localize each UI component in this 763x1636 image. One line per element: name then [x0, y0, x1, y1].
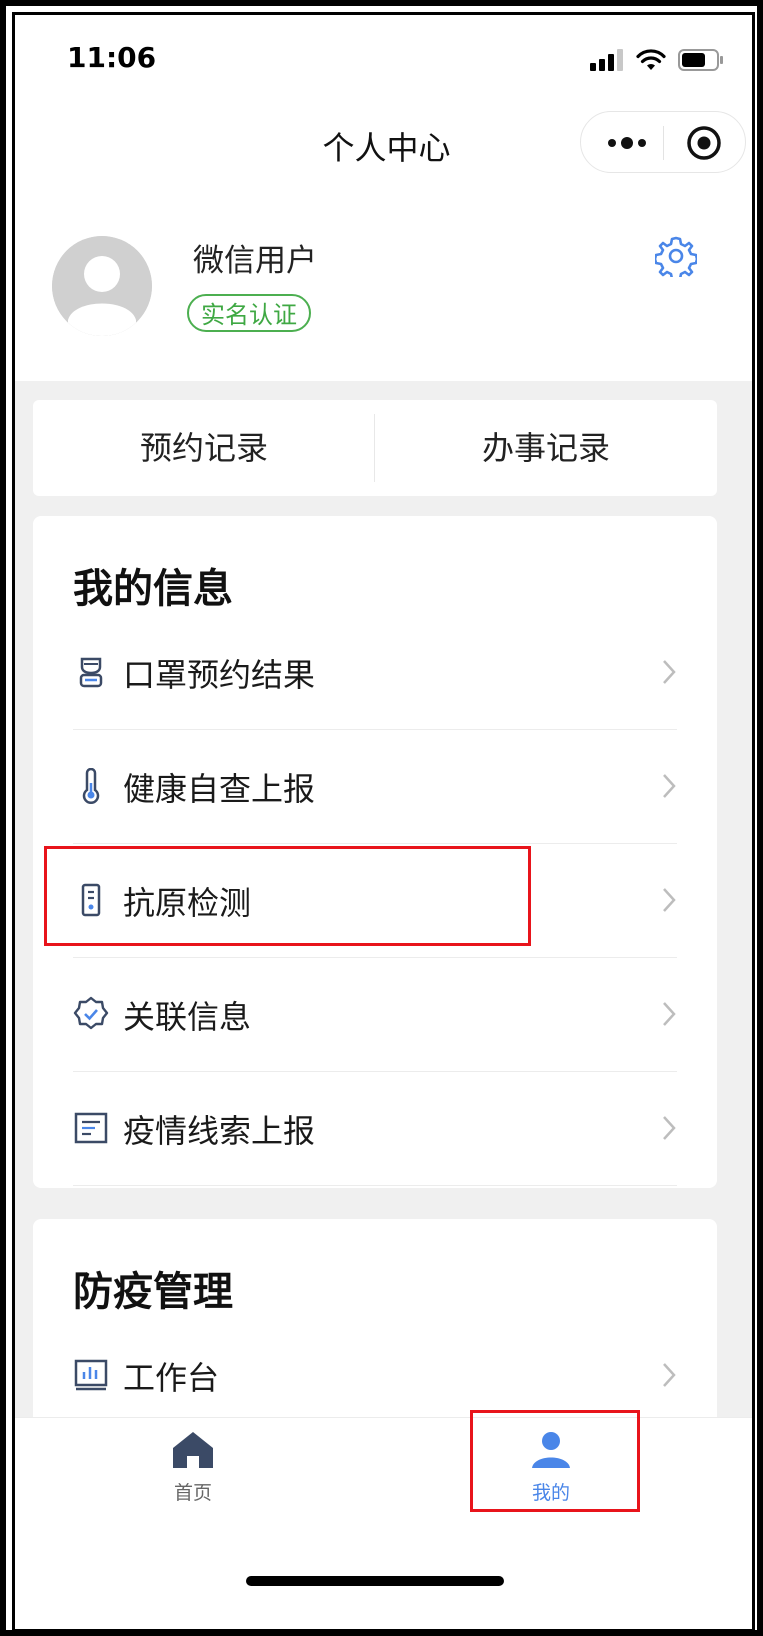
close-miniprogram-icon[interactable]	[686, 125, 722, 161]
chevron-right-icon	[663, 1363, 676, 1387]
menu-item-label: 关联信息	[123, 998, 252, 1036]
home-indicator	[246, 1576, 504, 1586]
row-divider	[73, 1185, 677, 1186]
avatar[interactable]	[52, 236, 152, 336]
battery-icon	[678, 49, 723, 71]
verified-badge[interactable]: 实名认证	[187, 294, 311, 332]
verified-badge-icon	[73, 996, 109, 1030]
capsule-divider	[663, 126, 664, 160]
highlight-box	[44, 846, 531, 946]
screen-frame: 11:06 个人中心 微信用户 实名认证 预约记录 办事记录 我的信息 口罩预约…	[0, 0, 763, 1636]
mini-program-capsule	[580, 111, 746, 173]
tab-home-label: 首页	[173, 1482, 212, 1504]
chevron-right-icon	[663, 774, 676, 798]
menu-item-mask-result[interactable]: 口罩预约结果	[73, 616, 677, 730]
status-icons	[590, 49, 724, 71]
tab-home[interactable]: 首页	[133, 1430, 253, 1505]
document-list-icon	[74, 1112, 108, 1144]
status-time: 11:06	[67, 41, 157, 74]
gear-icon[interactable]	[655, 235, 697, 277]
bottom-tab-bar: 首页 我的	[15, 1417, 752, 1629]
dashboard-chart-icon	[74, 1359, 108, 1391]
menu-item-label: 健康自查上报	[123, 770, 316, 808]
home-icon	[173, 1432, 213, 1468]
service-records-button[interactable]: 办事记录	[375, 400, 717, 496]
appointment-records-button[interactable]: 预约记录	[33, 400, 375, 496]
menu-item-linked-info[interactable]: 关联信息	[73, 958, 677, 1072]
epidemic-management-title: 防疫管理	[73, 1269, 233, 1315]
mask-icon	[79, 657, 103, 688]
more-icon[interactable]	[607, 134, 647, 152]
chevron-right-icon	[663, 660, 676, 684]
signal-icon	[590, 49, 623, 71]
records-card: 预约记录 办事记录	[33, 400, 717, 496]
chevron-right-icon	[663, 1116, 676, 1140]
chevron-right-icon	[663, 888, 676, 912]
chevron-right-icon	[663, 1002, 676, 1026]
highlight-box	[470, 1410, 640, 1512]
my-info-title: 我的信息	[73, 566, 233, 612]
menu-item-label: 疫情线索上报	[123, 1112, 316, 1150]
menu-item-health-report[interactable]: 健康自查上报	[73, 730, 677, 844]
menu-item-epidemic-clue[interactable]: 疫情线索上报	[73, 1072, 677, 1186]
menu-item-label: 口罩预约结果	[123, 656, 316, 694]
app-screen: 11:06 个人中心 微信用户 实名认证 预约记录 办事记录 我的信息 口罩预约…	[12, 12, 755, 1630]
wifi-icon	[636, 49, 666, 70]
default-avatar-icon	[52, 236, 152, 336]
menu-item-label: 工作台	[123, 1359, 220, 1397]
user-name: 微信用户	[193, 243, 317, 279]
thermometer-icon	[82, 768, 100, 804]
